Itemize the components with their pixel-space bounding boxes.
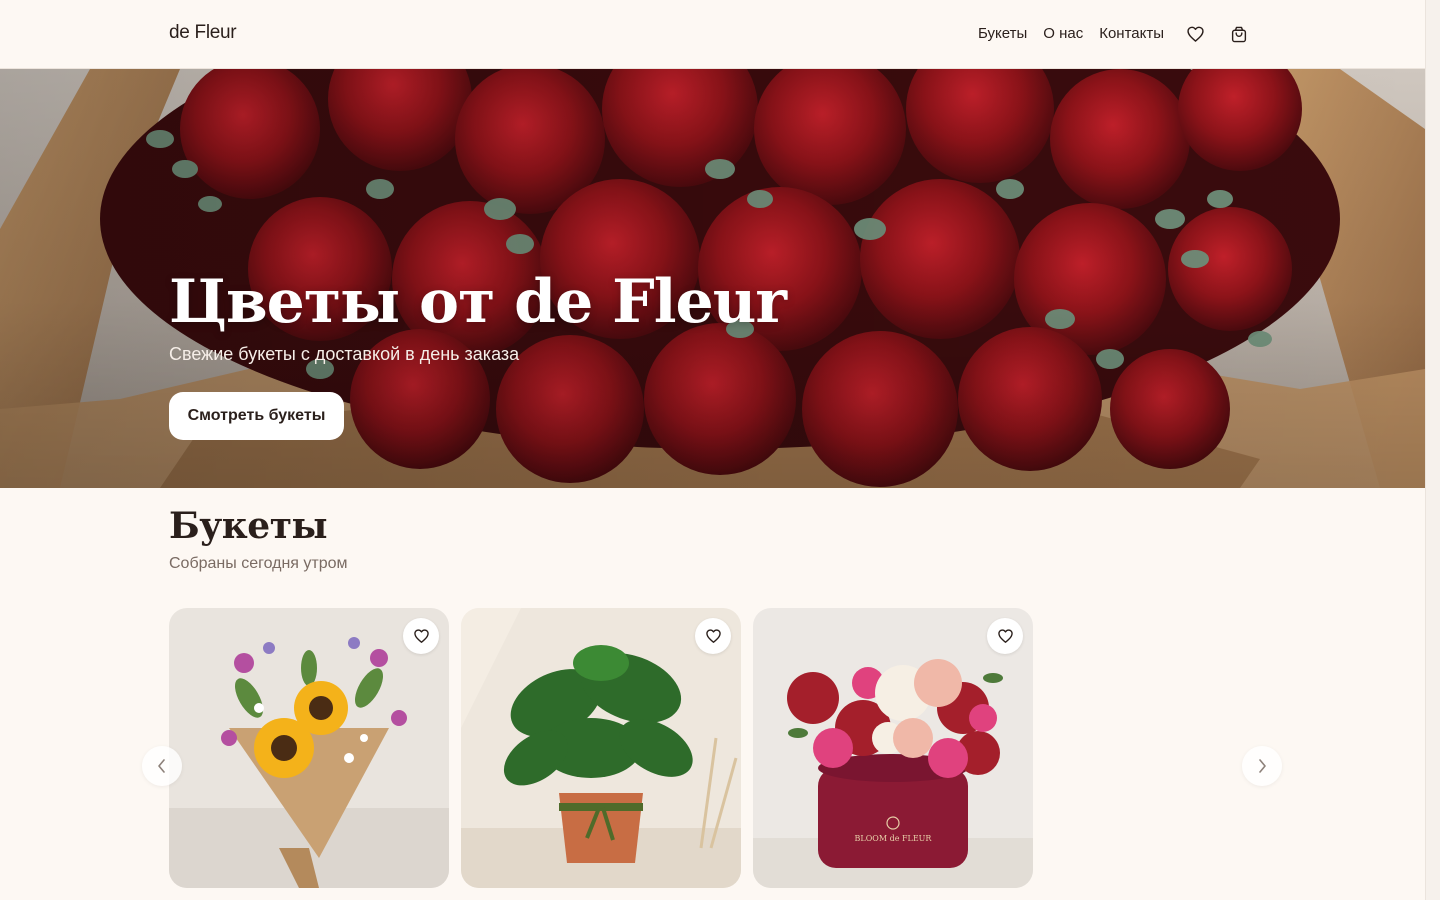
product-card[interactable] [461,608,741,888]
monstera-pot-image [461,608,741,888]
section-title: Букеты [169,505,328,547]
site-header: de Fleur Букеты О нас Контакты [0,0,1425,69]
heart-icon [997,629,1013,643]
product-card[interactable] [169,608,449,888]
heart-icon [413,629,429,643]
favorite-button[interactable] [987,618,1023,654]
flower-box-image: BLOOM de FLEUR [753,608,1033,888]
hero-banner: Цветы от de Fleur Свежие букеты с достав… [0,69,1425,488]
favorite-button[interactable] [403,618,439,654]
hero-subtitle: Свежие букеты с доставкой в день заказа [169,344,520,364]
scrollbar[interactable] [1425,0,1440,900]
shopping-bag-icon [1231,26,1247,42]
heart-icon [705,629,721,643]
box-label: BLOOM de FLEUR [855,834,933,843]
nav-link-bouquets[interactable]: Букеты [978,25,1027,42]
chevron-right-icon [1259,759,1266,773]
page: de Fleur Букеты О нас Контакты Цветы от … [0,0,1440,900]
sunflower-bouquet-image [169,608,449,888]
favorite-button[interactable] [695,618,731,654]
chevron-left-icon [158,759,165,773]
main-nav: Букеты О нас Контакты [978,25,1164,42]
nav-link-contacts[interactable]: Контакты [1099,25,1164,42]
view-bouquets-button[interactable]: Смотреть букеты [169,392,344,440]
heart-icon [1186,26,1204,42]
favorites-button[interactable] [1185,24,1205,44]
carousel-next-button[interactable] [1242,746,1282,786]
section-subtitle: Собраны сегодня утром [169,555,348,572]
carousel-prev-button[interactable] [142,746,182,786]
product-card[interactable]: BLOOM de FLEUR [753,608,1033,888]
logo[interactable]: de Fleur [169,22,237,44]
nav-link-about[interactable]: О нас [1043,25,1083,42]
cart-button[interactable] [1229,24,1249,44]
hero-title: Цветы от de Fleur [169,267,787,337]
